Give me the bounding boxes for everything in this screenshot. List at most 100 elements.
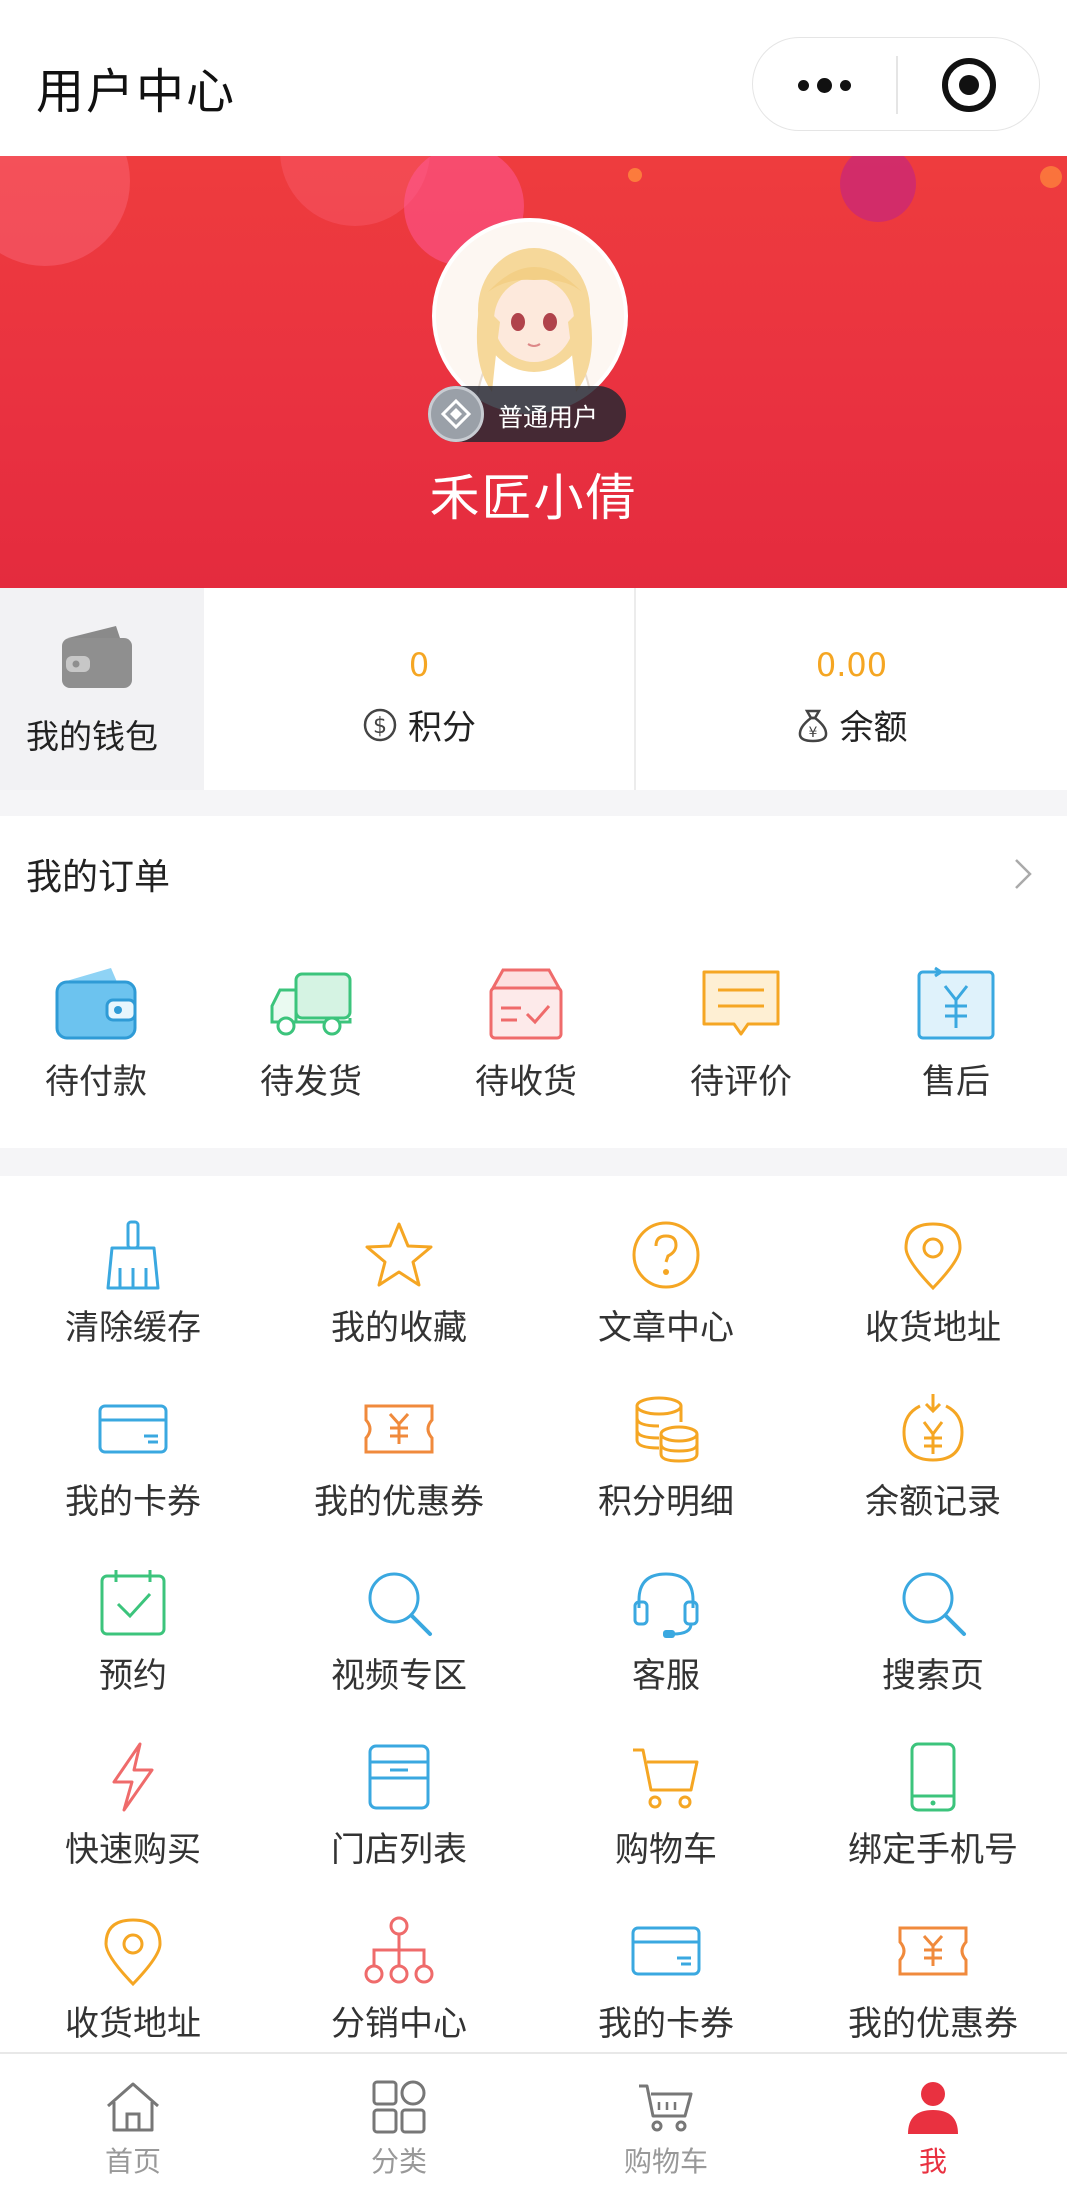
money-bag-icon: ¥ <box>798 709 827 742</box>
wallet-icon <box>62 626 132 688</box>
more-dots-icon <box>798 79 809 91</box>
coupon-icon <box>364 1404 434 1454</box>
tab-home[interactable]: 首页 <box>0 2054 266 2192</box>
tab-label: 首页 <box>104 2145 161 2178</box>
menu-item-label: 搜索页 <box>882 1656 984 1696</box>
menu-item-booking[interactable]: 预约 <box>0 1566 266 1740</box>
balance-value: 0.00 <box>815 646 888 684</box>
menu-item-label: 清除缓存 <box>65 1308 201 1348</box>
user-nickname: 禾匠小倩 <box>429 469 638 527</box>
package-check-icon <box>489 968 563 1040</box>
menu-item-favorites[interactable]: 我的收藏 <box>266 1218 532 1392</box>
network-icon <box>364 1916 434 1984</box>
menu-item-points-detail[interactable]: 积分明细 <box>533 1392 799 1566</box>
my-wallet-entry[interactable]: 我的钱包 <box>0 588 204 790</box>
search-icon <box>368 1572 432 1636</box>
menu-item-label: 我的收藏 <box>331 1308 467 1348</box>
card-icon <box>631 1926 701 1976</box>
menu-item-label: 我的卡券 <box>598 2004 734 2044</box>
close-mini-program-button[interactable] <box>897 38 1040 132</box>
menu-item-address[interactable]: 收货地址 <box>800 1218 1066 1392</box>
question-icon <box>632 1221 700 1289</box>
menu-item-clear-cache[interactable]: 清除缓存 <box>0 1218 266 1392</box>
tab-label: 购物车 <box>623 2145 708 2178</box>
category-icon <box>372 2080 426 2134</box>
menu-item-label: 积分明细 <box>598 1482 734 1522</box>
chevron-right-icon[interactable] <box>1012 856 1034 892</box>
tab-me[interactable]: 我 <box>800 2054 1066 2192</box>
coins-stack-icon <box>635 1396 699 1463</box>
points-value: 0 <box>408 646 430 684</box>
order-after-sale[interactable]: 售后 <box>849 964 1063 1103</box>
wallet-section: 我的钱包 0 $ 积分 0.00 ¥ 余额 <box>0 588 1067 790</box>
menu-item-quick-buy[interactable]: 快速购买 <box>0 1740 266 1914</box>
menu-item-bind-phone[interactable]: 绑定手机号 <box>800 1740 1066 1914</box>
page-title: 用户中心 <box>36 64 237 120</box>
star-icon <box>365 1222 433 1287</box>
menu-item-balance-record[interactable]: 余额记录 <box>800 1392 1066 1566</box>
home-icon <box>107 2082 159 2132</box>
avatar[interactable] <box>432 218 628 414</box>
menu-item-label: 视频专区 <box>331 1656 467 1696</box>
order-pending-shipment[interactable]: 待发货 <box>204 964 418 1103</box>
points-label: 积分 <box>408 708 476 748</box>
location-pin-icon <box>104 1918 162 1987</box>
menu-item-label: 客服 <box>632 1656 700 1696</box>
menu-item-label: 我的优惠券 <box>848 2004 1018 2044</box>
dollar-coin-icon: $ <box>363 708 397 741</box>
menu-item-label: 收货地址 <box>865 1308 1001 1348</box>
menu-item-label: 余额记录 <box>865 1482 1001 1522</box>
target-close-icon <box>941 58 996 112</box>
user-icon <box>908 2082 958 2134</box>
menu-item-article-center[interactable]: 文章中心 <box>533 1218 799 1392</box>
menu-item-my-coupons[interactable]: 我的优惠券 <box>266 1392 532 1566</box>
menu-item-search-page[interactable]: 搜索页 <box>800 1566 1066 1740</box>
menu-item-store-list[interactable]: 门店列表 <box>266 1740 532 1914</box>
more-button[interactable] <box>753 38 896 132</box>
menu-item-label: 文章中心 <box>598 1308 734 1348</box>
menu-item-label: 预约 <box>99 1656 167 1696</box>
menu-item-label: 快速购买 <box>65 1830 201 1870</box>
yuan-refund-icon <box>917 966 995 1040</box>
user-center-page: 用户中心 普通用户 禾匠小倩 我的钱包 0 $ 积分 0.00 ¥ 余额 我的订… <box>0 0 1067 2192</box>
member-level-label: 普通用户 <box>498 403 599 432</box>
menu-item-my-cards[interactable]: 我的卡券 <box>0 1392 266 1566</box>
tab-label: 分类 <box>370 2145 427 2178</box>
order-pending-receipt[interactable]: 待收货 <box>419 964 633 1103</box>
order-label: 待评价 <box>690 1062 792 1102</box>
points-entry[interactable]: 0 $ 积分 <box>204 588 634 790</box>
order-pending-payment[interactable]: 待付款 <box>0 964 203 1103</box>
tab-cart[interactable]: 购物车 <box>533 2054 799 2192</box>
menu-item-label: 购物车 <box>615 1830 717 1870</box>
svg-text:¥: ¥ <box>808 725 817 741</box>
profile-banner: 普通用户 禾匠小倩 <box>0 156 1067 588</box>
phone-icon <box>910 1742 956 1812</box>
tab-category[interactable]: 分类 <box>266 2054 532 2192</box>
menu-item-video-zone[interactable]: 视频专区 <box>266 1566 532 1740</box>
menu-item-label: 我的卡券 <box>65 1482 201 1522</box>
menu-item-label: 分销中心 <box>331 2004 467 2044</box>
order-pending-review[interactable]: 待评价 <box>634 964 848 1103</box>
yuan-coin-icon <box>902 1394 964 1462</box>
location-pin-icon <box>904 1222 962 1291</box>
order-label: 待付款 <box>45 1062 147 1102</box>
my-orders-title: 我的订单 <box>26 857 171 898</box>
truck-icon <box>270 972 352 1036</box>
comment-icon <box>702 970 780 1036</box>
svg-text:$: $ <box>373 714 387 739</box>
menu-item-cart[interactable]: 购物车 <box>533 1740 799 1914</box>
wallet-icon <box>55 968 137 1040</box>
function-menu-grid: 清除缓存 我的收藏 文章中心 收货地址 我的卡券 我的优惠券 积分明细 余额记录… <box>0 1176 1067 2052</box>
order-label: 待收货 <box>475 1062 577 1102</box>
mini-program-capsule <box>752 37 1040 131</box>
balance-entry[interactable]: 0.00 ¥ 余额 <box>636 588 1067 790</box>
cart-icon <box>633 1748 699 1809</box>
my-orders-section: 我的订单 待付款 待发货 待收货 待评价 售后 <box>0 816 1067 1148</box>
calendar-check-icon <box>100 1570 166 1636</box>
order-label: 待发货 <box>260 1062 362 1102</box>
coupon-icon <box>898 1926 968 1976</box>
bottom-tab-bar: 首页 分类 购物车 我 <box>0 2052 1067 2192</box>
search-icon <box>902 1572 966 1636</box>
menu-item-customer-service[interactable]: 客服 <box>533 1566 799 1740</box>
card-icon <box>98 1404 168 1454</box>
